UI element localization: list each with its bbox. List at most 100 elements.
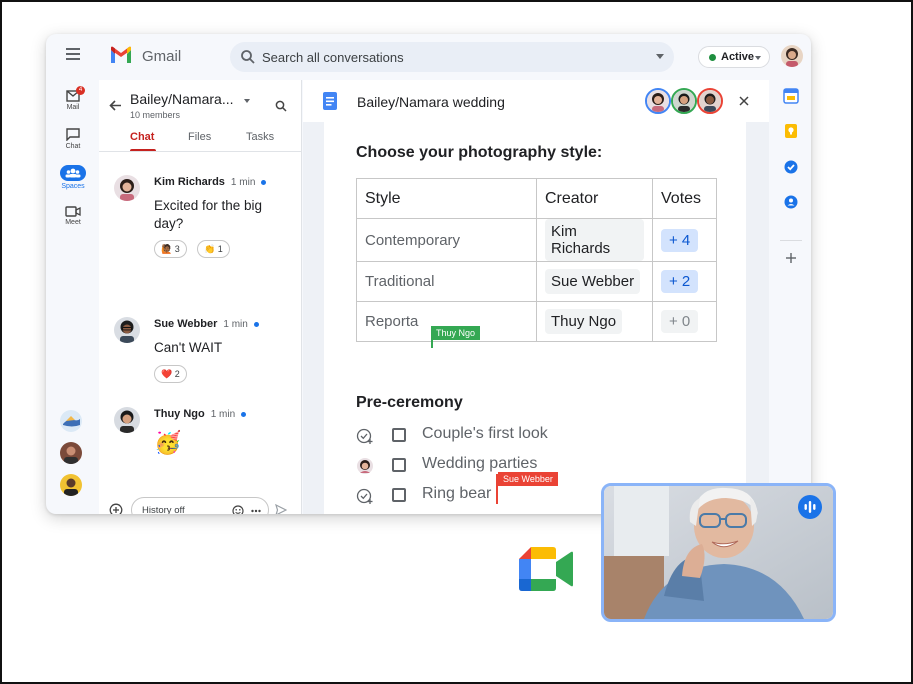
doc-title: Bailey/Namara wedding	[357, 94, 505, 110]
google-meet-logo-icon	[519, 547, 573, 591]
table-row: Traditional Sue Webber + 2	[356, 261, 717, 302]
creator-cell: Thuy Ngo	[536, 301, 653, 342]
votes-cell: + 4	[652, 218, 717, 262]
search-icon[interactable]	[275, 100, 287, 112]
checkbox[interactable]	[392, 458, 406, 472]
app-name: Gmail	[142, 48, 182, 65]
style-cell[interactable]: Traditional	[356, 261, 537, 302]
account-avatar[interactable]	[781, 45, 803, 67]
top-bar: Gmail Active	[46, 34, 811, 80]
keep-icon[interactable]	[783, 123, 799, 139]
table-row: Contemporary Kim Richards + 4	[356, 218, 717, 262]
reaction-chip[interactable]: ❤️ 2	[154, 365, 187, 383]
mail-badge: 4	[76, 86, 85, 95]
doc-header: Bailey/Namara wedding	[303, 80, 769, 122]
avatar	[114, 317, 140, 343]
divider	[99, 151, 302, 152]
reaction-count: 3	[174, 244, 180, 254]
reaction-chip[interactable]: 🙋🏾 3	[154, 240, 187, 258]
rail-contact-avatar[interactable]	[60, 442, 82, 464]
checkbox[interactable]	[392, 428, 406, 442]
search-bar[interactable]	[230, 42, 674, 72]
rail-item-meet[interactable]: Meet	[56, 206, 90, 226]
creator-cell: Kim Richards	[536, 218, 653, 262]
message-sender: Thuy Ngo 1 min	[154, 408, 247, 420]
message-compose[interactable]	[131, 497, 269, 514]
gmail-logo-icon	[111, 46, 131, 63]
more-options-icon[interactable]	[251, 509, 261, 513]
assign-task-icon[interactable]	[356, 427, 374, 445]
collaborator-avatar[interactable]	[697, 88, 723, 114]
video-camera-icon	[65, 206, 81, 217]
tab-files[interactable]: Files	[188, 131, 211, 143]
reaction-count: 2	[174, 369, 180, 379]
votes-cell: + 0	[652, 301, 717, 342]
chat-panel: Bailey/Namara... 10 members Chat Files T…	[99, 80, 302, 514]
rail-contact-avatar[interactable]	[60, 474, 82, 496]
rail-label-chat: Chat	[65, 143, 81, 150]
creator-cell: Sue Webber	[536, 261, 653, 302]
doc-page[interactable]: Choose your photography style: Style Cre…	[324, 122, 746, 514]
collaborator-avatar[interactable]	[645, 88, 671, 114]
vote-button[interactable]: + 2	[661, 270, 699, 293]
checkbox[interactable]	[392, 488, 406, 502]
assign-task-icon[interactable]	[356, 487, 374, 505]
rail-space-avatar[interactable]	[60, 410, 82, 432]
tab-chat[interactable]: Chat	[130, 131, 154, 143]
search-options-icon[interactable]	[656, 54, 664, 59]
add-icon[interactable]	[783, 250, 799, 266]
column-header: Creator	[536, 178, 653, 219]
unread-dot-icon	[253, 321, 259, 327]
unread-dot-icon	[241, 411, 247, 417]
rail-item-chat[interactable]: Chat	[56, 128, 90, 150]
avatar	[114, 175, 140, 201]
vote-button[interactable]: + 4	[661, 228, 699, 252]
status-dot-icon	[709, 54, 716, 61]
chevron-down-icon	[755, 56, 761, 60]
vote-table: Style Creator Votes Contemporary Kim Ric…	[356, 178, 717, 342]
person-chip[interactable]: Kim Richards	[545, 219, 644, 261]
reaction-emoji: ❤️	[161, 369, 173, 379]
emoji-icon[interactable]	[232, 505, 244, 514]
collaborator-avatar[interactable]	[671, 88, 697, 114]
vote-button[interactable]: + 0	[661, 310, 699, 333]
message-time: 1 min	[230, 177, 256, 188]
assignee-avatar-icon[interactable]	[356, 457, 374, 475]
message-input[interactable]	[142, 503, 224, 514]
add-circle-icon[interactable]	[109, 503, 123, 514]
checklist-item: Couple's first look	[356, 425, 656, 447]
contacts-icon[interactable]	[783, 194, 799, 210]
status-dropdown[interactable]: Active	[698, 46, 770, 68]
person-chip[interactable]: Thuy Ngo	[545, 309, 623, 334]
rail-item-mail[interactable]: 4 Mail	[56, 86, 90, 111]
table-row: Reporta Thuy Ngo + 0	[356, 301, 717, 342]
back-arrow-icon[interactable]	[109, 100, 122, 111]
reaction-count: 1	[217, 244, 223, 254]
checklist-text: Couple's first look	[422, 425, 548, 442]
space-title[interactable]: Bailey/Namara...	[130, 91, 233, 107]
video-call-tile[interactable]	[601, 483, 836, 622]
rail-item-spaces[interactable]: Spaces	[56, 165, 90, 190]
section-title: Choose your photography style:	[356, 144, 603, 161]
unread-dot-icon	[261, 179, 267, 185]
tasks-icon[interactable]	[783, 159, 799, 175]
reaction-emoji: 🙋🏾	[161, 244, 173, 254]
style-cell[interactable]: Contemporary	[356, 218, 537, 262]
search-input[interactable]	[262, 47, 642, 67]
sender-name: Sue Webber	[154, 318, 218, 330]
tab-tasks[interactable]: Tasks	[246, 131, 274, 143]
main-menu-icon[interactable]	[66, 48, 80, 60]
send-icon[interactable]	[275, 504, 287, 514]
calendar-icon[interactable]	[783, 88, 799, 104]
reaction-chip[interactable]: 👏 1	[197, 240, 230, 258]
rail-label-mail: Mail	[66, 104, 80, 111]
reaction-emoji: 👏	[204, 244, 216, 254]
chat-icon	[66, 128, 80, 141]
chevron-down-icon[interactable]	[244, 99, 250, 103]
close-icon[interactable]	[739, 96, 749, 106]
person-chip[interactable]: Sue Webber	[545, 269, 641, 294]
table-header-row: Style Creator Votes	[356, 178, 717, 219]
checklist-text: Wedding parties	[422, 455, 538, 472]
spaces-icon	[60, 165, 86, 181]
search-icon[interactable]	[240, 49, 256, 65]
